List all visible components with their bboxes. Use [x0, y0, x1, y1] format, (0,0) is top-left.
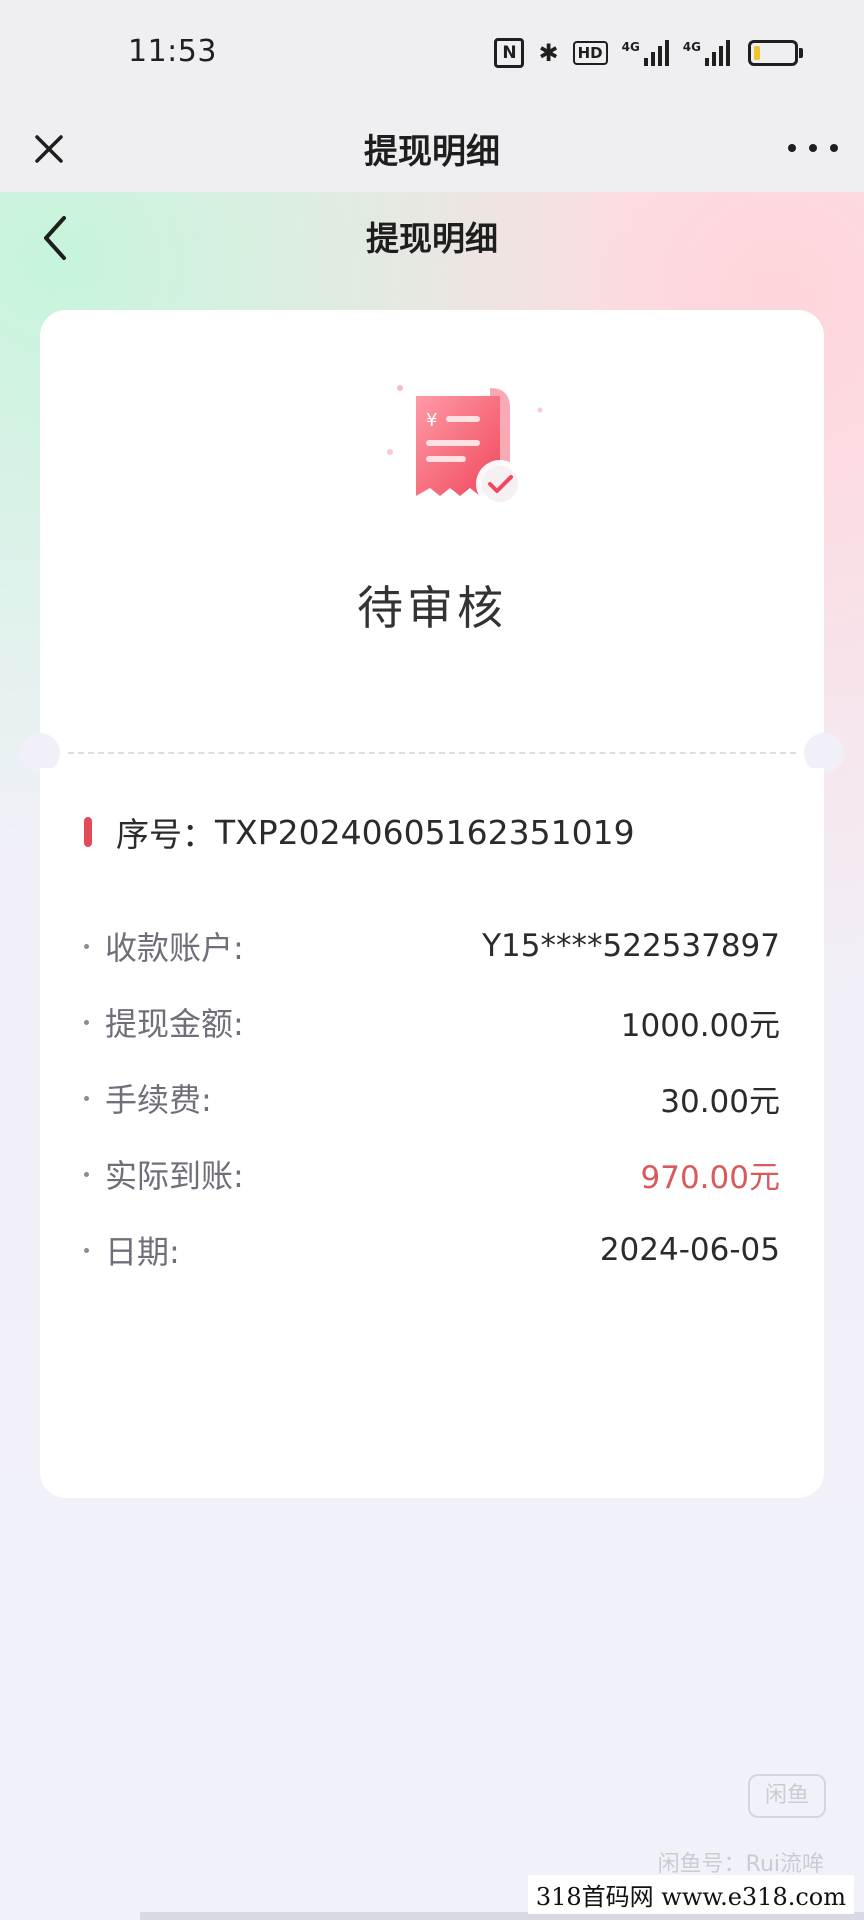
app-nav-bar: 提现明细 [0, 110, 864, 192]
serial-label: 序号： [116, 815, 215, 854]
footer-watermark: 318首码网 www.e318.com [0, 1872, 864, 1920]
detail-row-amount: 提现金额: 1000.00元 [84, 984, 780, 1060]
status-bar: 11:53 N ✱ HD 4G 4G [0, 0, 864, 110]
card-divider [40, 738, 824, 768]
serial-row: 序号： TXP20240605162351019 [84, 808, 635, 856]
detail-row-fee: 手续费: 30.00元 [84, 1060, 780, 1136]
xianyu-watermark-badge: 闲鱼 [748, 1774, 826, 1818]
detail-label: 实际到账: [105, 1157, 244, 1195]
detail-row-account: 收款账户: Y15****522537897 [84, 908, 780, 984]
detail-row-date: 日期: 2024-06-05 [84, 1212, 780, 1288]
serial-value: TXP20240605162351019 [215, 812, 635, 852]
detail-value: Y15****522537897 [482, 928, 780, 964]
detail-row-received: 实际到账: 970.00元 [84, 1136, 780, 1212]
status-card: ¥ 待审核 [40, 310, 824, 738]
detail-value: 2024-06-05 [599, 1232, 780, 1268]
battery-icon [748, 40, 803, 66]
detail-label: 日期: [105, 1233, 180, 1271]
receipt-check-icon: ¥ [387, 385, 543, 508]
detail-card: 序号： TXP20240605162351019 收款账户: Y15****52… [40, 768, 824, 1498]
detail-label: 收款账户: [105, 929, 244, 967]
site-watermark-text: 318首码网 www.e318.com [527, 1875, 854, 1914]
signal-4g-icon: 4G [683, 40, 730, 66]
card-notch-left [20, 733, 60, 773]
detail-value-highlight: 970.00元 [640, 1159, 780, 1196]
detail-value: 30.00元 [660, 1083, 780, 1120]
status-icons: N ✱ HD 4G 4G [494, 38, 803, 68]
detail-list: 收款账户: Y15****522537897 提现金额: 1000.00元 手续… [84, 908, 780, 1288]
signal-4g-icon: 4G [622, 40, 669, 66]
withdraw-status: 待审核 [357, 581, 507, 635]
battery-level [754, 46, 760, 60]
app-nav-title: 提现明细 [364, 132, 500, 172]
status-time: 11:53 [128, 34, 217, 69]
hd-voice-icon: HD [572, 41, 608, 65]
signal-4g-label: 4G [621, 40, 640, 54]
withdraw-detail-page: 提现明细 ¥ 待审核 序号： TXP20240605162351019 收款账户… [0, 192, 864, 1920]
bluetooth-icon: ✱ [538, 39, 559, 67]
serial-marker [84, 817, 92, 847]
detail-value: 1000.00元 [620, 1007, 780, 1044]
more-icon[interactable] [788, 136, 838, 160]
signal-4g-label: 4G [682, 40, 701, 54]
receipt-currency-symbol: ¥ [426, 410, 437, 431]
detail-label: 提现金额: [105, 1005, 244, 1043]
page-title: 提现明细 [366, 219, 498, 258]
card-notch-right [804, 733, 844, 773]
nfc-icon: N [494, 38, 525, 68]
detail-label: 手续费: [105, 1081, 212, 1119]
